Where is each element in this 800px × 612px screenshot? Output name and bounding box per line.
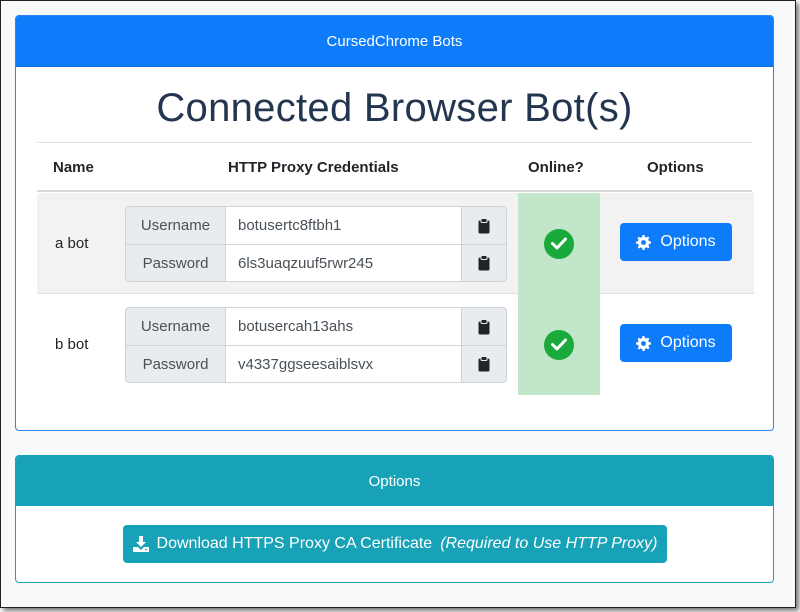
table-header: Name HTTP Proxy Credentials Online? Opti… <box>37 143 752 192</box>
username-field[interactable]: botusercah13ahs <box>225 307 461 345</box>
column-header-credentials: HTTP Proxy Credentials <box>228 159 399 176</box>
table-row: b bot Username botusercah13ahs Password … <box>37 294 754 395</box>
password-group: Password v4337ggseesaiblsvx <box>125 345 507 383</box>
clipboard-icon <box>478 255 490 271</box>
check-circle-icon <box>544 329 574 360</box>
gear-icon <box>636 335 652 351</box>
options-card-header: Options <box>16 456 773 506</box>
options-button-label: Options <box>660 334 716 351</box>
download-button-note: (Required to Use HTTP Proxy) <box>440 535 658 552</box>
copy-password-button[interactable] <box>461 345 507 383</box>
password-label: Password <box>125 345 225 383</box>
page-title: Connected Browser Bot(s) <box>156 86 633 130</box>
window-frame: CursedChrome Bots Connected Browser Bot(… <box>0 0 796 608</box>
bots-card: CursedChrome Bots Connected Browser Bot(… <box>15 15 774 431</box>
options-card: Options Download HTTPS Proxy CA Certific… <box>15 455 774 583</box>
clipboard-icon <box>478 356 490 372</box>
username-label: Username <box>125 307 225 345</box>
copy-password-button[interactable] <box>461 244 507 282</box>
copy-username-button[interactable] <box>461 206 507 244</box>
clipboard-icon <box>478 217 490 233</box>
password-group: Password 6ls3uaqzuuf5rwr245 <box>125 244 507 282</box>
bots-card-header: CursedChrome Bots <box>16 16 773 67</box>
gear-icon <box>636 234 652 250</box>
download-icon <box>132 536 149 552</box>
password-field[interactable]: v4337ggseesaiblsvx <box>225 345 461 383</box>
check-circle-icon <box>544 228 574 259</box>
options-button[interactable]: Options <box>620 324 732 362</box>
username-group: Username botusertc8ftbh1 <box>125 206 507 244</box>
username-field[interactable]: botusertc8ftbh1 <box>225 206 461 244</box>
options-button[interactable]: Options <box>620 223 732 261</box>
password-field[interactable]: 6ls3uaqzuuf5rwr245 <box>225 244 461 282</box>
column-header-online: Online? <box>528 159 584 176</box>
password-label: Password <box>125 244 225 282</box>
username-group: Username botusercah13ahs <box>125 307 507 345</box>
table-row: a bot Username botusertc8ftbh1 Password … <box>37 193 754 294</box>
column-header-options: Options <box>647 159 704 176</box>
username-label: Username <box>125 206 225 244</box>
options-button-label: Options <box>660 233 716 250</box>
download-button-label: Download HTTPS Proxy CA Certificate <box>156 535 433 552</box>
bot-name: a bot <box>55 235 89 252</box>
column-header-name: Name <box>53 159 94 176</box>
copy-username-button[interactable] <box>461 307 507 345</box>
online-status-cell <box>518 193 600 294</box>
clipboard-icon <box>478 318 490 334</box>
online-status-cell <box>518 294 600 395</box>
bot-name: b bot <box>55 336 89 353</box>
download-ca-certificate-button[interactable]: Download HTTPS Proxy CA Certificate (Req… <box>123 525 667 563</box>
